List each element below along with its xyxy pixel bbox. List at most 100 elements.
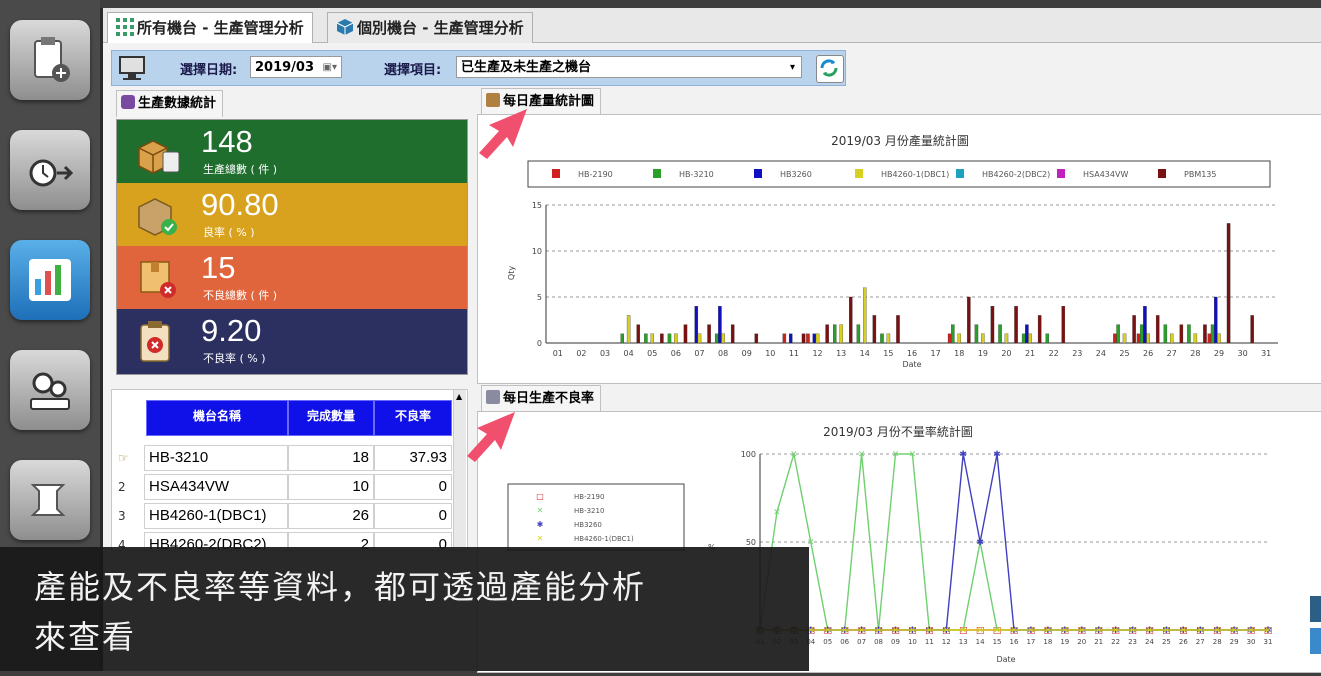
legend-label: HB3260: [780, 170, 812, 179]
data-point: ✕: [1112, 626, 1120, 636]
header-qty[interactable]: 完成數量: [288, 400, 374, 436]
sidebar-material-button[interactable]: [10, 460, 90, 540]
cell-defect-rate: 0: [374, 503, 452, 529]
stat-label: 良率 ( % ): [203, 226, 255, 239]
caption-line: 來查看: [34, 618, 137, 656]
data-point: ✱: [976, 538, 984, 548]
edge-button[interactable]: [1310, 596, 1321, 622]
stats-panel: 148 生產總數 ( 件 ) 90.80 良率 ( % ) 15 不良總數 ( …: [116, 119, 468, 375]
tab-all-machines[interactable]: 所有機台 - 生產管理分析: [107, 12, 313, 43]
legend-label: HB3260: [574, 521, 602, 529]
bar: [683, 324, 688, 344]
cube-icon: [336, 16, 354, 35]
x-tick-label: 11: [925, 638, 934, 646]
data-point: ✕: [1180, 626, 1188, 636]
tab-individual-machine[interactable]: 個別機台 - 生產管理分析: [327, 12, 533, 43]
chart-dashboard-icon: [29, 259, 71, 301]
video-caption: 產能及不良率等資料，都可透過產能分析 來查看: [0, 547, 809, 671]
table-row[interactable]: ☞ HB-3210 18 37.93: [112, 445, 452, 473]
x-tick-label: 26: [1179, 638, 1188, 646]
data-point: ✕: [1196, 626, 1204, 636]
data-point: ✕: [1078, 626, 1086, 636]
x-tick-label: 09: [742, 349, 752, 358]
stat-value: 15: [201, 250, 236, 285]
data-point: ✕: [773, 508, 781, 518]
sidebar-analysis-button[interactable]: [10, 240, 90, 320]
bar: [806, 333, 810, 344]
bar: [674, 333, 678, 344]
steel-beam-icon: [30, 484, 66, 516]
x-tick-label: 30: [1247, 638, 1256, 646]
data-point: ✕: [959, 626, 967, 636]
data-point: ✕: [1264, 626, 1272, 636]
y-tick-label: 5: [537, 293, 542, 302]
data-point: ✕: [1095, 626, 1103, 636]
bar: [974, 324, 979, 344]
sidebar-add-doc-button[interactable]: [10, 20, 90, 100]
legend-swatch: [956, 169, 964, 178]
gears-laptop-icon: [30, 372, 70, 410]
tab-production-stats[interactable]: 生產數據統計: [116, 90, 224, 117]
bar: [721, 333, 725, 344]
legend-marker: □: [536, 492, 544, 501]
header-machine-name[interactable]: 機台名稱: [146, 400, 288, 436]
bar: [1143, 306, 1147, 344]
x-tick-label: 22: [1049, 349, 1059, 358]
y-tick-label: 0: [537, 339, 542, 348]
x-tick-label: 27: [1167, 349, 1177, 358]
item-select[interactable]: 已生產及未生產之機台 ▾: [456, 56, 802, 78]
bar: [754, 333, 759, 344]
x-tick-label: 18: [1043, 638, 1052, 646]
edge-button[interactable]: [1310, 628, 1321, 654]
x-tick-label: 21: [1025, 349, 1035, 358]
table-row[interactable]: 2 HSA434VW 10 0: [112, 474, 452, 502]
data-point: ✕: [942, 626, 950, 636]
data-point: ✕: [926, 626, 934, 636]
bar: [1146, 333, 1150, 344]
data-point: ✕: [1146, 626, 1154, 636]
data-point: ✕: [1010, 626, 1018, 636]
header-defect-rate[interactable]: 不良率: [374, 400, 452, 436]
document-add-icon: [34, 37, 70, 82]
x-tick-label: 12: [812, 349, 822, 358]
x-tick-label: 19: [1060, 638, 1069, 646]
x-tick-label: 31: [1264, 638, 1273, 646]
sidebar-settings-button[interactable]: [10, 350, 90, 430]
box-x-icon: [140, 261, 176, 298]
x-tick-label: 06: [671, 349, 681, 358]
x-tick-label: 20: [1001, 349, 1011, 358]
bar: [730, 324, 735, 344]
bar: [1179, 324, 1184, 344]
x-axis-label: Date: [902, 360, 921, 369]
bar: [1217, 333, 1221, 344]
bar: [697, 333, 702, 344]
data-point: ✕: [892, 626, 900, 636]
bar: [1061, 306, 1066, 344]
bar: [849, 296, 853, 344]
x-tick-label: 11: [789, 349, 799, 358]
main-tab-bar: 所有機台 - 生產管理分析 個別機台 - 生產管理分析: [103, 8, 1321, 43]
data-point: ✕: [909, 626, 917, 636]
clipboard-x-icon: [140, 321, 170, 362]
data-point: ✕: [1163, 626, 1171, 636]
row-number: 3: [118, 509, 126, 523]
bar: [620, 333, 624, 344]
bar: [1045, 333, 1050, 344]
sidebar-timer-button[interactable]: [10, 130, 90, 210]
x-tick-label: 02: [576, 349, 586, 358]
x-tick-label: 15: [993, 638, 1002, 646]
filter-toolbar: 選擇日期: 2019/03 ▣▾ 選擇項目: 已生產及未生產之機台 ▾: [111, 50, 846, 86]
date-picker[interactable]: 2019/03 ▣▾: [250, 56, 342, 78]
bar: [998, 324, 1002, 344]
timer-arrow-icon: [29, 159, 74, 187]
refresh-button[interactable]: [816, 55, 844, 83]
bar: [650, 333, 655, 344]
box-check-icon: [138, 198, 177, 236]
table-row[interactable]: 3 HB4260-1(DBC1) 26 0: [112, 503, 452, 531]
x-tick-label: 13: [959, 638, 968, 646]
bar: [1132, 315, 1136, 344]
bar: [886, 333, 891, 344]
x-tick-label: 05: [823, 638, 832, 646]
stat-label: 不良率 ( % ): [203, 352, 266, 365]
bar: [660, 333, 664, 344]
